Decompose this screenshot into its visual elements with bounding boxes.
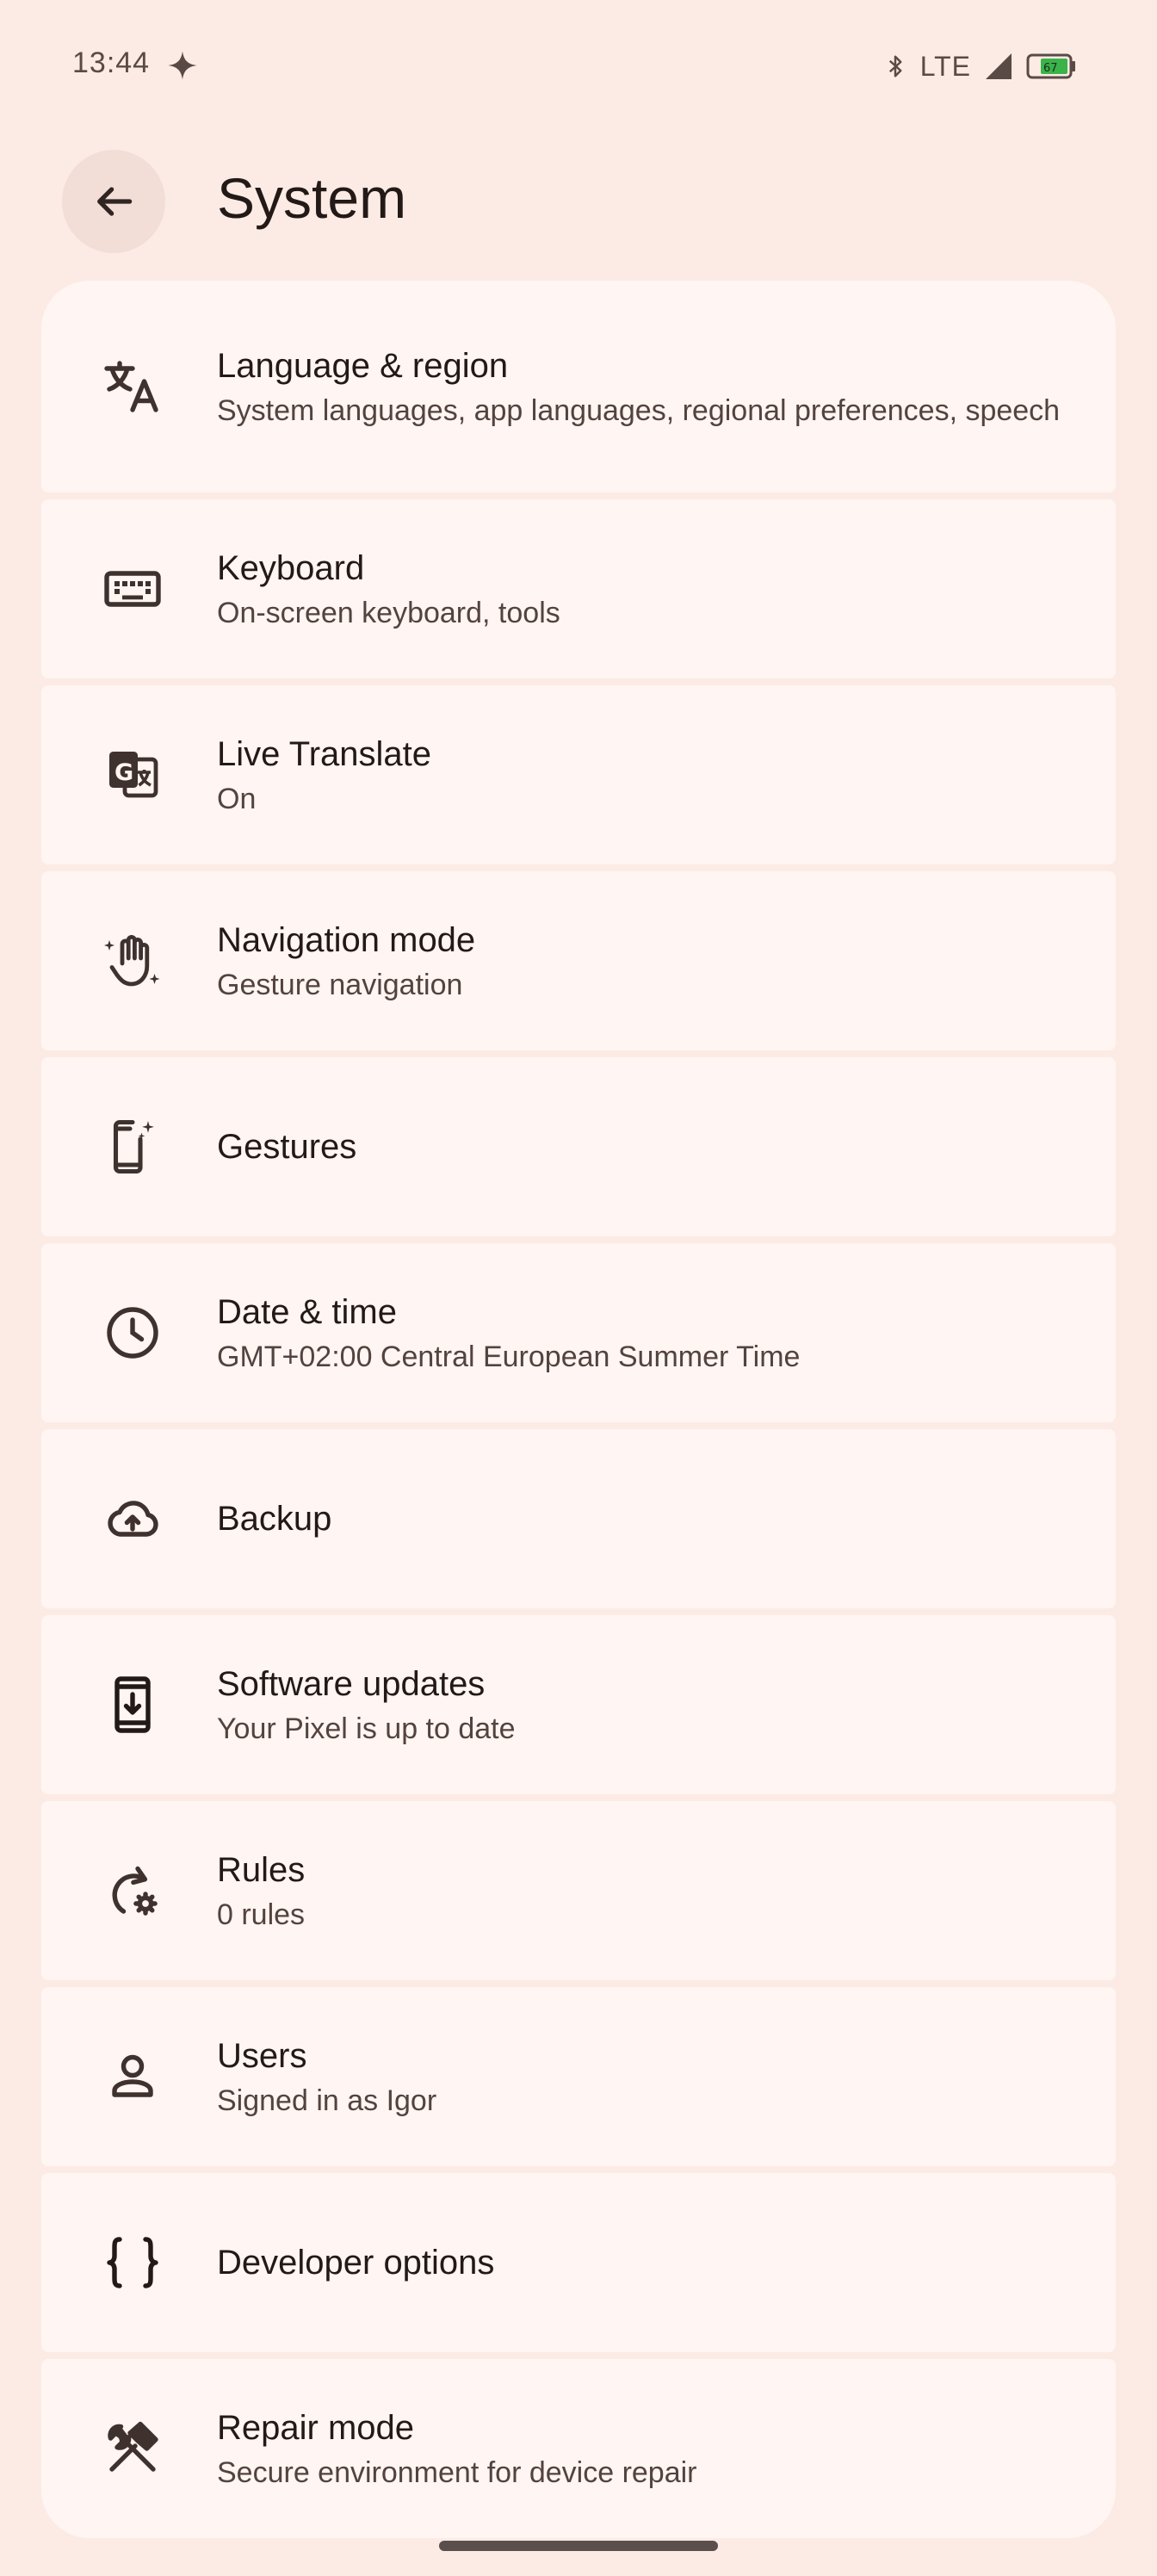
item-text: Developer options <box>217 2240 1064 2285</box>
item-subtitle: Signed in as Igor <box>217 2084 437 2117</box>
item-text: Users Signed in as Igor <box>217 2034 1064 2120</box>
list-item-gestures[interactable]: Gestures <box>41 1057 1116 1236</box>
item-title: Date & time <box>217 1293 397 1331</box>
item-subtitle: 0 rules <box>217 1898 306 1931</box>
translate-icon <box>102 356 164 418</box>
list-item-software-updates[interactable]: Software updates Your Pixel is up to dat… <box>41 1615 1116 1794</box>
bluetooth-icon <box>882 51 908 82</box>
item-text: Rules 0 rules <box>217 1848 1064 1934</box>
braces-icon <box>102 2232 164 2294</box>
item-text: Date & time GMT+02:00 Central European S… <box>217 1290 1064 1376</box>
item-text: Navigation mode Gesture navigation <box>217 918 1064 1004</box>
item-text: Keyboard On-screen keyboard, tools <box>217 546 1064 632</box>
item-title: Developer options <box>217 2244 495 2282</box>
battery-icon: 67 <box>1026 53 1076 80</box>
item-text: Backup <box>217 1496 1064 1541</box>
sparkle-icon <box>167 50 198 81</box>
item-title: Keyboard <box>217 549 365 587</box>
item-title: Rules <box>217 1851 306 1889</box>
arrow-back-icon <box>90 177 138 226</box>
list-item-rules[interactable]: Rules 0 rules <box>41 1801 1116 1980</box>
item-subtitle: On-screen keyboard, tools <box>217 597 560 629</box>
rules-icon <box>102 1860 164 1922</box>
status-bar: 13:44 LTE 67 <box>0 0 1157 129</box>
system-update-icon <box>102 1674 164 1736</box>
keyboard-icon <box>102 558 164 620</box>
list-item-backup[interactable]: Backup <box>41 1429 1116 1608</box>
item-subtitle: GMT+02:00 Central European Summer Time <box>217 1341 801 1373</box>
svg-text:G: G <box>114 759 133 786</box>
list-item-users[interactable]: Users Signed in as Igor <box>41 1987 1116 2166</box>
item-subtitle: Gesture navigation <box>217 969 463 1001</box>
page-title: System <box>217 166 407 230</box>
item-text: Language & region System languages, app … <box>217 344 1064 430</box>
list-item-navigation-mode[interactable]: Navigation mode Gesture navigation <box>41 871 1116 1050</box>
status-icons: LTE 67 <box>882 46 1076 86</box>
signal-icon <box>983 51 1014 82</box>
list-item-developer-options[interactable]: Developer options <box>41 2173 1116 2352</box>
cloud-upload-icon <box>102 1488 164 1550</box>
item-title: Live Translate <box>217 735 432 773</box>
item-title: Navigation mode <box>217 921 476 959</box>
item-title: Backup <box>217 1500 332 1538</box>
person-icon <box>102 2046 164 2108</box>
list-item-live-translate[interactable]: G Live Translate On <box>41 685 1116 864</box>
item-title: Software updates <box>217 1665 486 1703</box>
item-title: Repair mode <box>217 2409 415 2447</box>
status-time: 13:44 <box>72 46 151 79</box>
gesture-hand-icon <box>102 930 164 992</box>
live-translate-icon: G <box>102 744 164 806</box>
list-item-keyboard[interactable]: Keyboard On-screen keyboard, tools <box>41 499 1116 678</box>
item-subtitle: Secure environment for device repair <box>217 2456 697 2489</box>
app-bar: System <box>0 146 1157 258</box>
item-text: Gestures <box>217 1124 1064 1169</box>
item-text: Repair mode Secure environment for devic… <box>217 2406 1064 2492</box>
item-subtitle: System languages, app languages, regiona… <box>217 394 1061 427</box>
item-title: Language & region <box>217 347 509 385</box>
item-text: Software updates Your Pixel is up to dat… <box>217 1662 1064 1748</box>
item-subtitle: Your Pixel is up to date <box>217 1712 516 1745</box>
list-item-language-region[interactable]: Language & region System languages, app … <box>41 281 1116 492</box>
settings-list: Language & region System languages, app … <box>41 281 1116 2545</box>
item-title: Users <box>217 2037 307 2075</box>
clock-icon <box>102 1302 164 1364</box>
repair-tools-icon <box>102 2418 164 2480</box>
network-type: LTE <box>919 50 971 82</box>
list-item-repair-mode[interactable]: Repair mode Secure environment for devic… <box>41 2359 1116 2538</box>
back-button[interactable] <box>62 150 165 253</box>
item-title: Gestures <box>217 1128 357 1166</box>
item-text: Live Translate On <box>217 732 1064 818</box>
phone-sparkle-icon <box>102 1116 164 1178</box>
battery-level: 67 <box>1043 62 1058 75</box>
item-subtitle: On <box>217 783 257 815</box>
gesture-navigation-handle[interactable] <box>439 2541 718 2551</box>
list-item-date-time[interactable]: Date & time GMT+02:00 Central European S… <box>41 1243 1116 1422</box>
